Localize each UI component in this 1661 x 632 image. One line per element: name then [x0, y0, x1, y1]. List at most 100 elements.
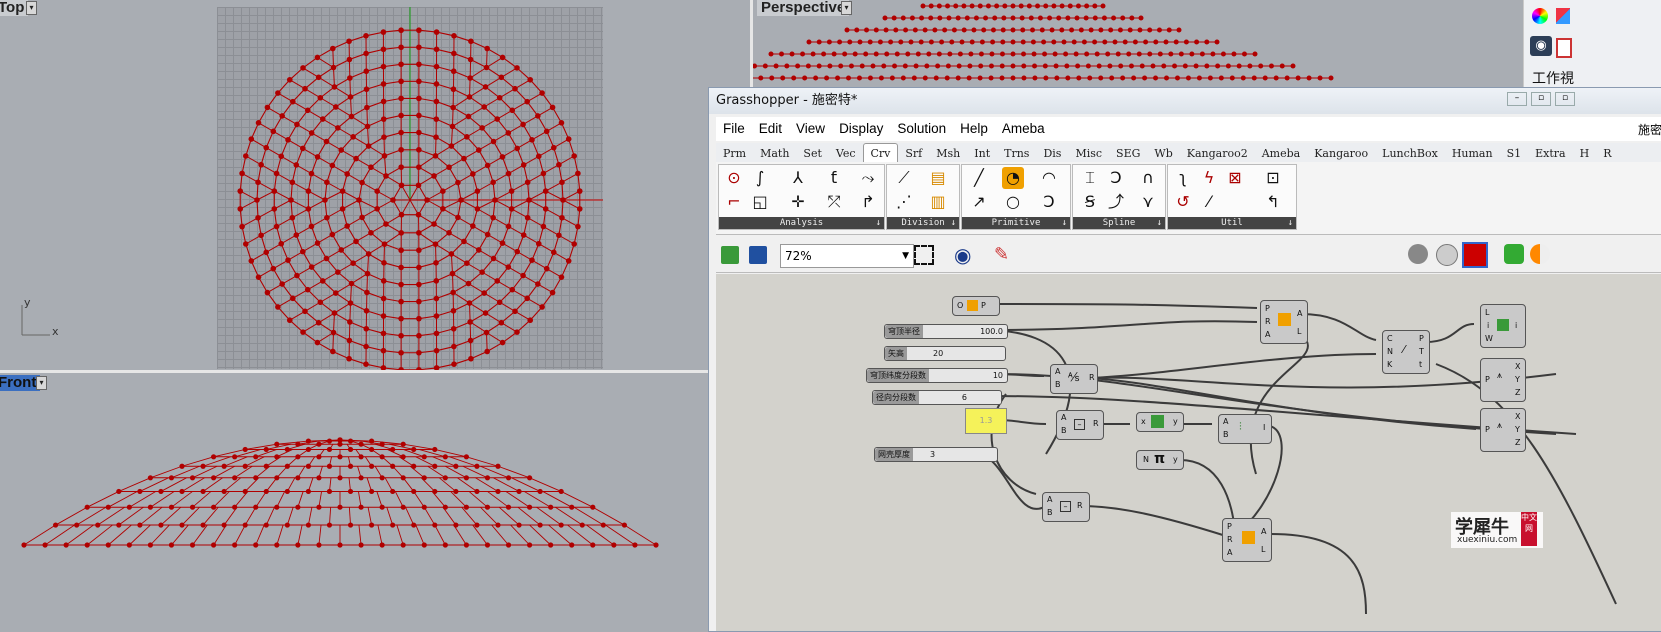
preview-eye-icon[interactable]: ◉ — [954, 244, 971, 266]
rise-height-slider[interactable]: 矢高 20 — [884, 346, 1006, 361]
tab-prm[interactable]: Prm — [716, 144, 753, 163]
curve-area-icon[interactable]: ◱ — [749, 191, 771, 213]
tangent-curve-icon[interactable]: ⤴ — [1105, 191, 1127, 213]
explode-icon[interactable]: ⁄ — [1198, 191, 1220, 213]
viewport-title-perspective[interactable]: Perspective — [757, 0, 849, 16]
arc-icon[interactable]: ◠ — [1038, 167, 1060, 189]
tab-seg[interactable]: SEG — [1109, 144, 1147, 163]
yellow-panel[interactable]: 1.3 — [965, 408, 1007, 434]
tab-msh[interactable]: Msh — [929, 144, 967, 163]
grasshopper-window[interactable]: Grasshopper - 施密特* – ▫ ▫ FileEditViewDis… — [708, 87, 1661, 632]
preview-selected-icon[interactable] — [1462, 242, 1488, 268]
divide-length-icon[interactable]: ▤ — [927, 167, 949, 189]
line-icon[interactable]: ╱ — [968, 167, 990, 189]
tab-h[interactable]: H — [1573, 144, 1597, 163]
viewport-menu-arrow-icon[interactable]: ▾ — [841, 1, 852, 15]
front-viewport[interactable]: Front ▾ — [0, 373, 710, 630]
menu-solution[interactable]: Solution — [890, 117, 953, 141]
polyarc-icon[interactable]: Ꞩ — [1079, 191, 1101, 213]
arc-sed-icon[interactable]: Ↄ — [1038, 191, 1060, 213]
flip-curve-icon[interactable]: ↰ — [1262, 191, 1284, 213]
graph-mapper-node[interactable]: AB⫶I — [1218, 414, 1272, 444]
curve-segment-icon[interactable]: ⌐ — [723, 191, 745, 213]
viewport-menu-arrow-icon[interactable]: ▾ — [26, 1, 37, 15]
zoom-select[interactable]: 72% ▼ — [780, 244, 914, 268]
shell-thickness-slider[interactable]: 网壳厚度 3 — [874, 447, 998, 462]
bake-icon[interactable] — [1504, 244, 1524, 264]
tab-srf[interactable]: Srf — [898, 144, 929, 163]
top-viewport[interactable]: Top ▾ y x — [0, 0, 750, 370]
menu-view[interactable]: View — [789, 117, 832, 141]
restore-button[interactable]: ▫ — [1555, 92, 1575, 106]
tab-lunchbox[interactable]: LunchBox — [1375, 144, 1445, 163]
bezier-span-icon[interactable]: ⋎ — [1137, 191, 1159, 213]
circle-cnr-icon[interactable]: ○ — [1002, 191, 1024, 213]
viewport-title-front[interactable]: Front — [0, 375, 40, 391]
menu-ameba[interactable]: Ameba — [995, 117, 1052, 141]
panel-tab-icon[interactable] — [1556, 38, 1572, 58]
interpolate-icon[interactable]: ⌶ — [1079, 167, 1101, 189]
kinky-curve-icon[interactable]: Ↄ — [1105, 167, 1127, 189]
xz-plane-node[interactable]: OP — [952, 296, 1000, 316]
curve-tangent-icon[interactable]: ƭ — [823, 167, 845, 189]
preview-shaded-icon[interactable] — [1436, 244, 1458, 266]
subtract-node-1[interactable]: AB–R — [1056, 410, 1104, 440]
tab-human[interactable]: Human — [1445, 144, 1500, 163]
nurbs-curve-icon[interactable]: ∩ — [1137, 167, 1159, 189]
camera-icon[interactable]: ◉ — [1530, 36, 1552, 56]
curve-curvature-icon[interactable]: ⤳ — [857, 167, 879, 189]
offset-icon[interactable]: ϟ — [1198, 167, 1220, 189]
curve-closest-icon[interactable]: ⅄ — [787, 167, 809, 189]
division-node[interactable]: AB⅍R — [1050, 364, 1098, 394]
tab-math[interactable]: Math — [753, 144, 796, 163]
menu-edit[interactable]: Edit — [752, 117, 789, 141]
subtract-node-2[interactable]: AB–R — [1042, 492, 1090, 522]
contour-icon[interactable]: ▥ — [927, 191, 949, 213]
sketch-pen-icon[interactable]: ✎ — [994, 244, 1009, 265]
menu-help[interactable]: Help — [953, 117, 995, 141]
tab-extra[interactable]: Extra — [1528, 144, 1572, 163]
curve-frame-icon[interactable]: ✛ — [787, 191, 809, 213]
pi-node[interactable]: Nπy — [1136, 450, 1184, 470]
deconstruct-node-1[interactable]: P⩚XYZ — [1480, 358, 1526, 402]
tab-dis[interactable]: Dis — [1036, 144, 1068, 163]
arc-node-1[interactable]: PRAAL — [1260, 300, 1308, 344]
tab-kangaroo2[interactable]: Kangaroo2 — [1180, 144, 1255, 163]
menu-file[interactable]: File — [716, 117, 752, 141]
rotate-node[interactable]: LiWi — [1480, 304, 1526, 348]
open-file-icon[interactable] — [721, 246, 739, 264]
tab-set[interactable]: Set — [796, 144, 828, 163]
tab-wb[interactable]: Wb — [1147, 144, 1179, 163]
zoom-extents-icon[interactable] — [914, 245, 934, 265]
curve-discontinuity-icon[interactable]: ⤱ — [823, 191, 845, 213]
divide-distance-icon[interactable]: ⋰ — [893, 191, 915, 213]
preview-wire-icon[interactable] — [1408, 244, 1428, 264]
tab-misc[interactable]: Misc — [1068, 144, 1109, 163]
gh-canvas[interactable]: OP 穹顶半径 100.0 矢高 20 穹顶纬度分段数 10 径向分段数 6 1… — [716, 274, 1661, 631]
perspective-viewport[interactable]: Perspective ▾ — [753, 0, 1523, 90]
tab-vec[interactable]: Vec — [829, 144, 863, 163]
project-icon[interactable]: ⊠ — [1224, 167, 1246, 189]
curve-analysis-icon[interactable]: ⊙ — [723, 167, 745, 189]
tab-int[interactable]: Int — [967, 144, 997, 163]
display-mode-icon[interactable] — [1530, 244, 1550, 264]
tab-ameba[interactable]: Ameba — [1255, 144, 1307, 163]
menu-display[interactable]: Display — [832, 117, 890, 141]
minimize-button[interactable]: – — [1507, 92, 1527, 106]
color-wheel-icon[interactable] — [1532, 8, 1548, 24]
seam-icon[interactable]: ⊡ — [1262, 167, 1284, 189]
latitude-segments-slider[interactable]: 穹顶纬度分段数 10 — [866, 368, 1008, 383]
tab-trns[interactable]: Trns — [997, 144, 1036, 163]
maximize-button[interactable]: ▫ — [1531, 92, 1551, 106]
dome-radius-slider[interactable]: 穹顶半径 100.0 — [884, 324, 1008, 339]
fillet-icon[interactable]: ʅ — [1172, 167, 1194, 189]
radial-segments-slider[interactable]: 径向分段数 6 — [872, 390, 1002, 405]
divide-curve-icon[interactable]: ⟋ — [893, 167, 915, 189]
viewport-title-top[interactable]: Top — [0, 0, 28, 16]
expression-node[interactable]: xy — [1136, 412, 1184, 432]
material-icon[interactable] — [1556, 8, 1570, 24]
join-curves-icon[interactable]: ↺ — [1172, 191, 1194, 213]
tab-s1[interactable]: S1 — [1500, 144, 1529, 163]
circle-icon[interactable]: ◔ — [1002, 167, 1024, 189]
tab-kangaroo[interactable]: Kangaroo — [1307, 144, 1375, 163]
